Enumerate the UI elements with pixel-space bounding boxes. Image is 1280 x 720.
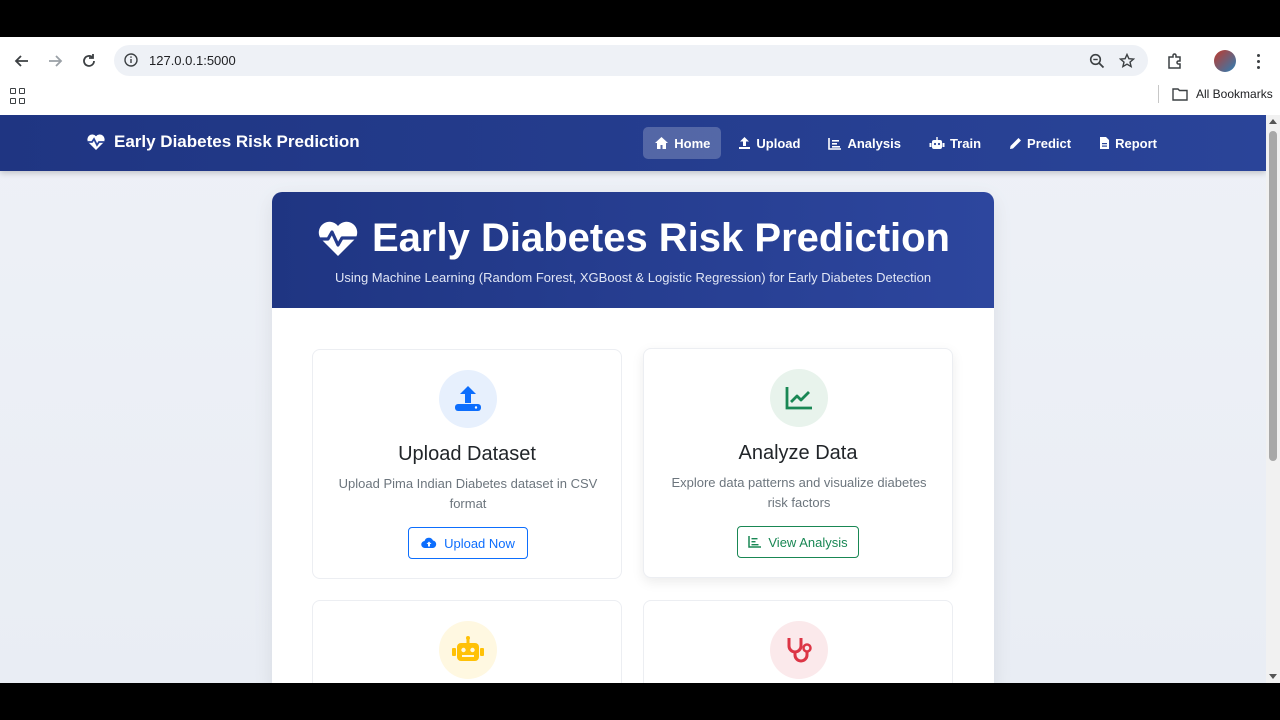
brand-label: Early Diabetes Risk Prediction xyxy=(114,132,360,151)
reload-button[interactable] xyxy=(77,49,101,73)
arrow-right-icon xyxy=(49,55,63,67)
address-bar[interactable]: 127.0.0.1:5000 xyxy=(114,45,1148,76)
site-info-icon[interactable] xyxy=(122,51,140,69)
feature-desc: Explore data patterns and visualize diab… xyxy=(671,475,927,510)
analyze-icon-circle xyxy=(770,369,828,427)
all-bookmarks-button[interactable]: All Bookmarks xyxy=(1172,87,1273,101)
nav-report[interactable]: Report xyxy=(1088,127,1168,159)
cloud-upload-icon xyxy=(421,537,437,549)
nav-analysis[interactable]: Analysis xyxy=(817,127,911,159)
all-bookmarks-label: All Bookmarks xyxy=(1196,87,1273,101)
robot-icon xyxy=(929,136,945,149)
nav-train-label: Train xyxy=(949,135,982,151)
url-text: 127.0.0.1:5000 xyxy=(149,53,236,68)
feature-title: Upload Dataset xyxy=(398,443,536,465)
nav-home[interactable]: Home xyxy=(643,127,722,159)
bottom-letterbox xyxy=(0,683,1280,720)
main-card: Early Diabetes Risk Prediction Using Mac… xyxy=(272,192,994,683)
upload-now-label: Upload Now xyxy=(444,535,515,551)
app-navbar: Early Diabetes Risk Prediction Home Uplo… xyxy=(0,115,1266,171)
chart-icon xyxy=(748,536,762,548)
view-analysis-label: View Analysis xyxy=(768,534,848,550)
pencil-icon xyxy=(1010,137,1022,149)
scroll-down-arrow[interactable] xyxy=(1269,674,1277,679)
file-icon xyxy=(1100,137,1110,149)
hero-title: Early Diabetes Risk Prediction xyxy=(272,216,994,261)
hero-banner: Early Diabetes Risk Prediction Using Mac… xyxy=(272,192,994,308)
nav-analysis-label: Analysis xyxy=(847,135,901,151)
page-viewport: Early Diabetes Risk Prediction Home Uplo… xyxy=(0,115,1266,683)
page-scrollbar[interactable] xyxy=(1266,115,1280,683)
feature-card-upload: Upload Dataset Upload Pima Indian Diabet… xyxy=(312,349,622,579)
folder-icon xyxy=(1172,88,1188,101)
back-button[interactable] xyxy=(10,49,34,73)
reload-icon xyxy=(83,54,95,67)
navbar-brand[interactable]: Early Diabetes Risk Prediction xyxy=(86,132,360,152)
stethoscope-icon xyxy=(787,638,812,663)
heart-pulse-icon xyxy=(87,134,105,150)
nav-upload-label: Upload xyxy=(756,135,801,151)
browser-menu-icon[interactable] xyxy=(1250,49,1266,73)
nav-home-label: Home xyxy=(674,135,711,151)
robot-icon xyxy=(452,636,484,661)
upload-tray-icon xyxy=(455,386,481,411)
nav-upload[interactable]: Upload xyxy=(727,127,811,159)
predict-icon-circle xyxy=(770,621,828,679)
apps-grid-icon[interactable] xyxy=(10,88,26,104)
nav-train[interactable]: Train xyxy=(918,127,992,159)
arrow-left-icon xyxy=(14,55,28,67)
bookmarks-divider xyxy=(1158,85,1159,103)
feature-desc: Upload Pima Indian Diabetes dataset in C… xyxy=(338,476,598,511)
hero-title-text: Early Diabetes Risk Prediction xyxy=(371,216,950,260)
view-analysis-button[interactable]: View Analysis xyxy=(737,526,859,558)
scroll-thumb[interactable] xyxy=(1269,131,1277,461)
train-icon-circle xyxy=(439,621,497,679)
home-icon xyxy=(655,137,669,149)
nav-predict-label: Predict xyxy=(1027,135,1072,151)
chart-icon xyxy=(828,137,842,150)
navbar-menu: Home Upload Analysis Train Predict Repor… xyxy=(643,127,1168,159)
upload-icon xyxy=(739,137,751,149)
heart-pulse-icon xyxy=(318,221,358,256)
top-letterbox xyxy=(0,0,1280,37)
feature-card-analyze: Analyze Data Explore data patterns and v… xyxy=(643,348,953,578)
nav-report-label: Report xyxy=(1115,135,1157,151)
profile-avatar[interactable] xyxy=(1214,50,1236,72)
forward-button[interactable] xyxy=(43,49,67,73)
browser-chrome: 127.0.0.1:5000 All Bookmarks xyxy=(0,37,1280,115)
line-chart-icon xyxy=(785,387,812,410)
extensions-icon[interactable] xyxy=(1163,49,1187,73)
hero-subtitle: Using Machine Learning (Random Forest, X… xyxy=(334,270,932,285)
feature-card-predict xyxy=(643,600,953,683)
upload-now-button[interactable]: Upload Now xyxy=(408,527,528,559)
zoom-icon[interactable] xyxy=(1087,51,1107,71)
star-icon[interactable] xyxy=(1117,51,1137,71)
scroll-up-arrow[interactable] xyxy=(1269,119,1277,124)
nav-predict[interactable]: Predict xyxy=(998,127,1082,159)
feature-title: Analyze Data xyxy=(738,442,858,464)
upload-icon-circle xyxy=(439,370,497,428)
feature-card-train xyxy=(312,600,622,683)
